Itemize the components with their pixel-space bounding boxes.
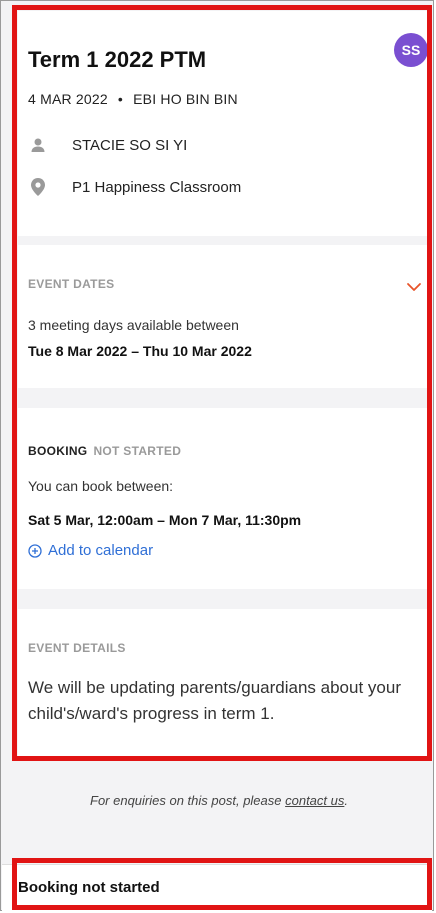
- event-dates-card[interactable]: EVENT DATES 3 meeting days available bet…: [18, 245, 430, 388]
- event-details-label: EVENT DETAILS: [28, 641, 126, 655]
- enquiries-note: For enquiries on this post, please conta…: [1, 793, 436, 808]
- page-title: Term 1 2022 PTM: [28, 47, 207, 72]
- post-date: 4 MAR 2022: [28, 91, 108, 107]
- avatar[interactable]: SS: [394, 33, 428, 67]
- enquiries-prefix: For enquiries on this post, please: [90, 793, 286, 808]
- add-circle-icon: [28, 543, 42, 558]
- location-row: P1 Happiness Classroom: [28, 177, 241, 197]
- screen-frame: Term 1 2022 PTM SS 4 MAR 2022 • EBI HO B…: [0, 0, 434, 911]
- event-details-card: EVENT DETAILS We will be updating parent…: [18, 609, 430, 757]
- booking-header: BOOKING NOT STARTED: [28, 444, 181, 458]
- booking-label: BOOKING: [28, 444, 88, 458]
- student-row: STACIE SO SI YI: [28, 135, 187, 155]
- location-name: P1 Happiness Classroom: [72, 178, 242, 196]
- booking-status-text: Booking not started: [18, 879, 160, 896]
- student-name: STACIE SO SI YI: [72, 136, 188, 154]
- enquiries-suffix: .: [344, 793, 348, 808]
- event-dates-summary: 3 meeting days available between: [28, 317, 239, 333]
- booking-card: BOOKING NOT STARTED You can book between:…: [18, 408, 430, 589]
- person-icon: [28, 135, 48, 155]
- add-to-calendar-link[interactable]: Add to calendar: [28, 542, 153, 559]
- bottom-status-bar: Booking not started: [2, 864, 432, 911]
- event-details-text: We will be updating parents/guardians ab…: [28, 678, 401, 723]
- add-to-calendar-label: Add to calendar: [48, 542, 154, 559]
- post-header-card: Term 1 2022 PTM SS 4 MAR 2022 • EBI HO B…: [18, 11, 430, 236]
- booking-range: Sat 5 Mar, 12:00am – Mon 7 Mar, 11:30pm: [28, 512, 302, 528]
- post-meta: 4 MAR 2022 • EBI HO BIN BIN: [28, 91, 238, 107]
- booking-intro: You can book between:: [28, 478, 174, 494]
- event-dates-label: EVENT DATES: [28, 277, 115, 291]
- event-dates-range: Tue 8 Mar 2022 – Thu 10 Mar 2022: [28, 343, 252, 359]
- chevron-down-icon[interactable]: [406, 279, 422, 295]
- location-pin-icon: [28, 177, 48, 197]
- meta-separator: •: [117, 91, 124, 107]
- status-badge: NOT STARTED: [93, 444, 182, 458]
- post-author: EBI HO BIN BIN: [133, 91, 238, 107]
- contact-us-link[interactable]: contact us: [285, 793, 344, 808]
